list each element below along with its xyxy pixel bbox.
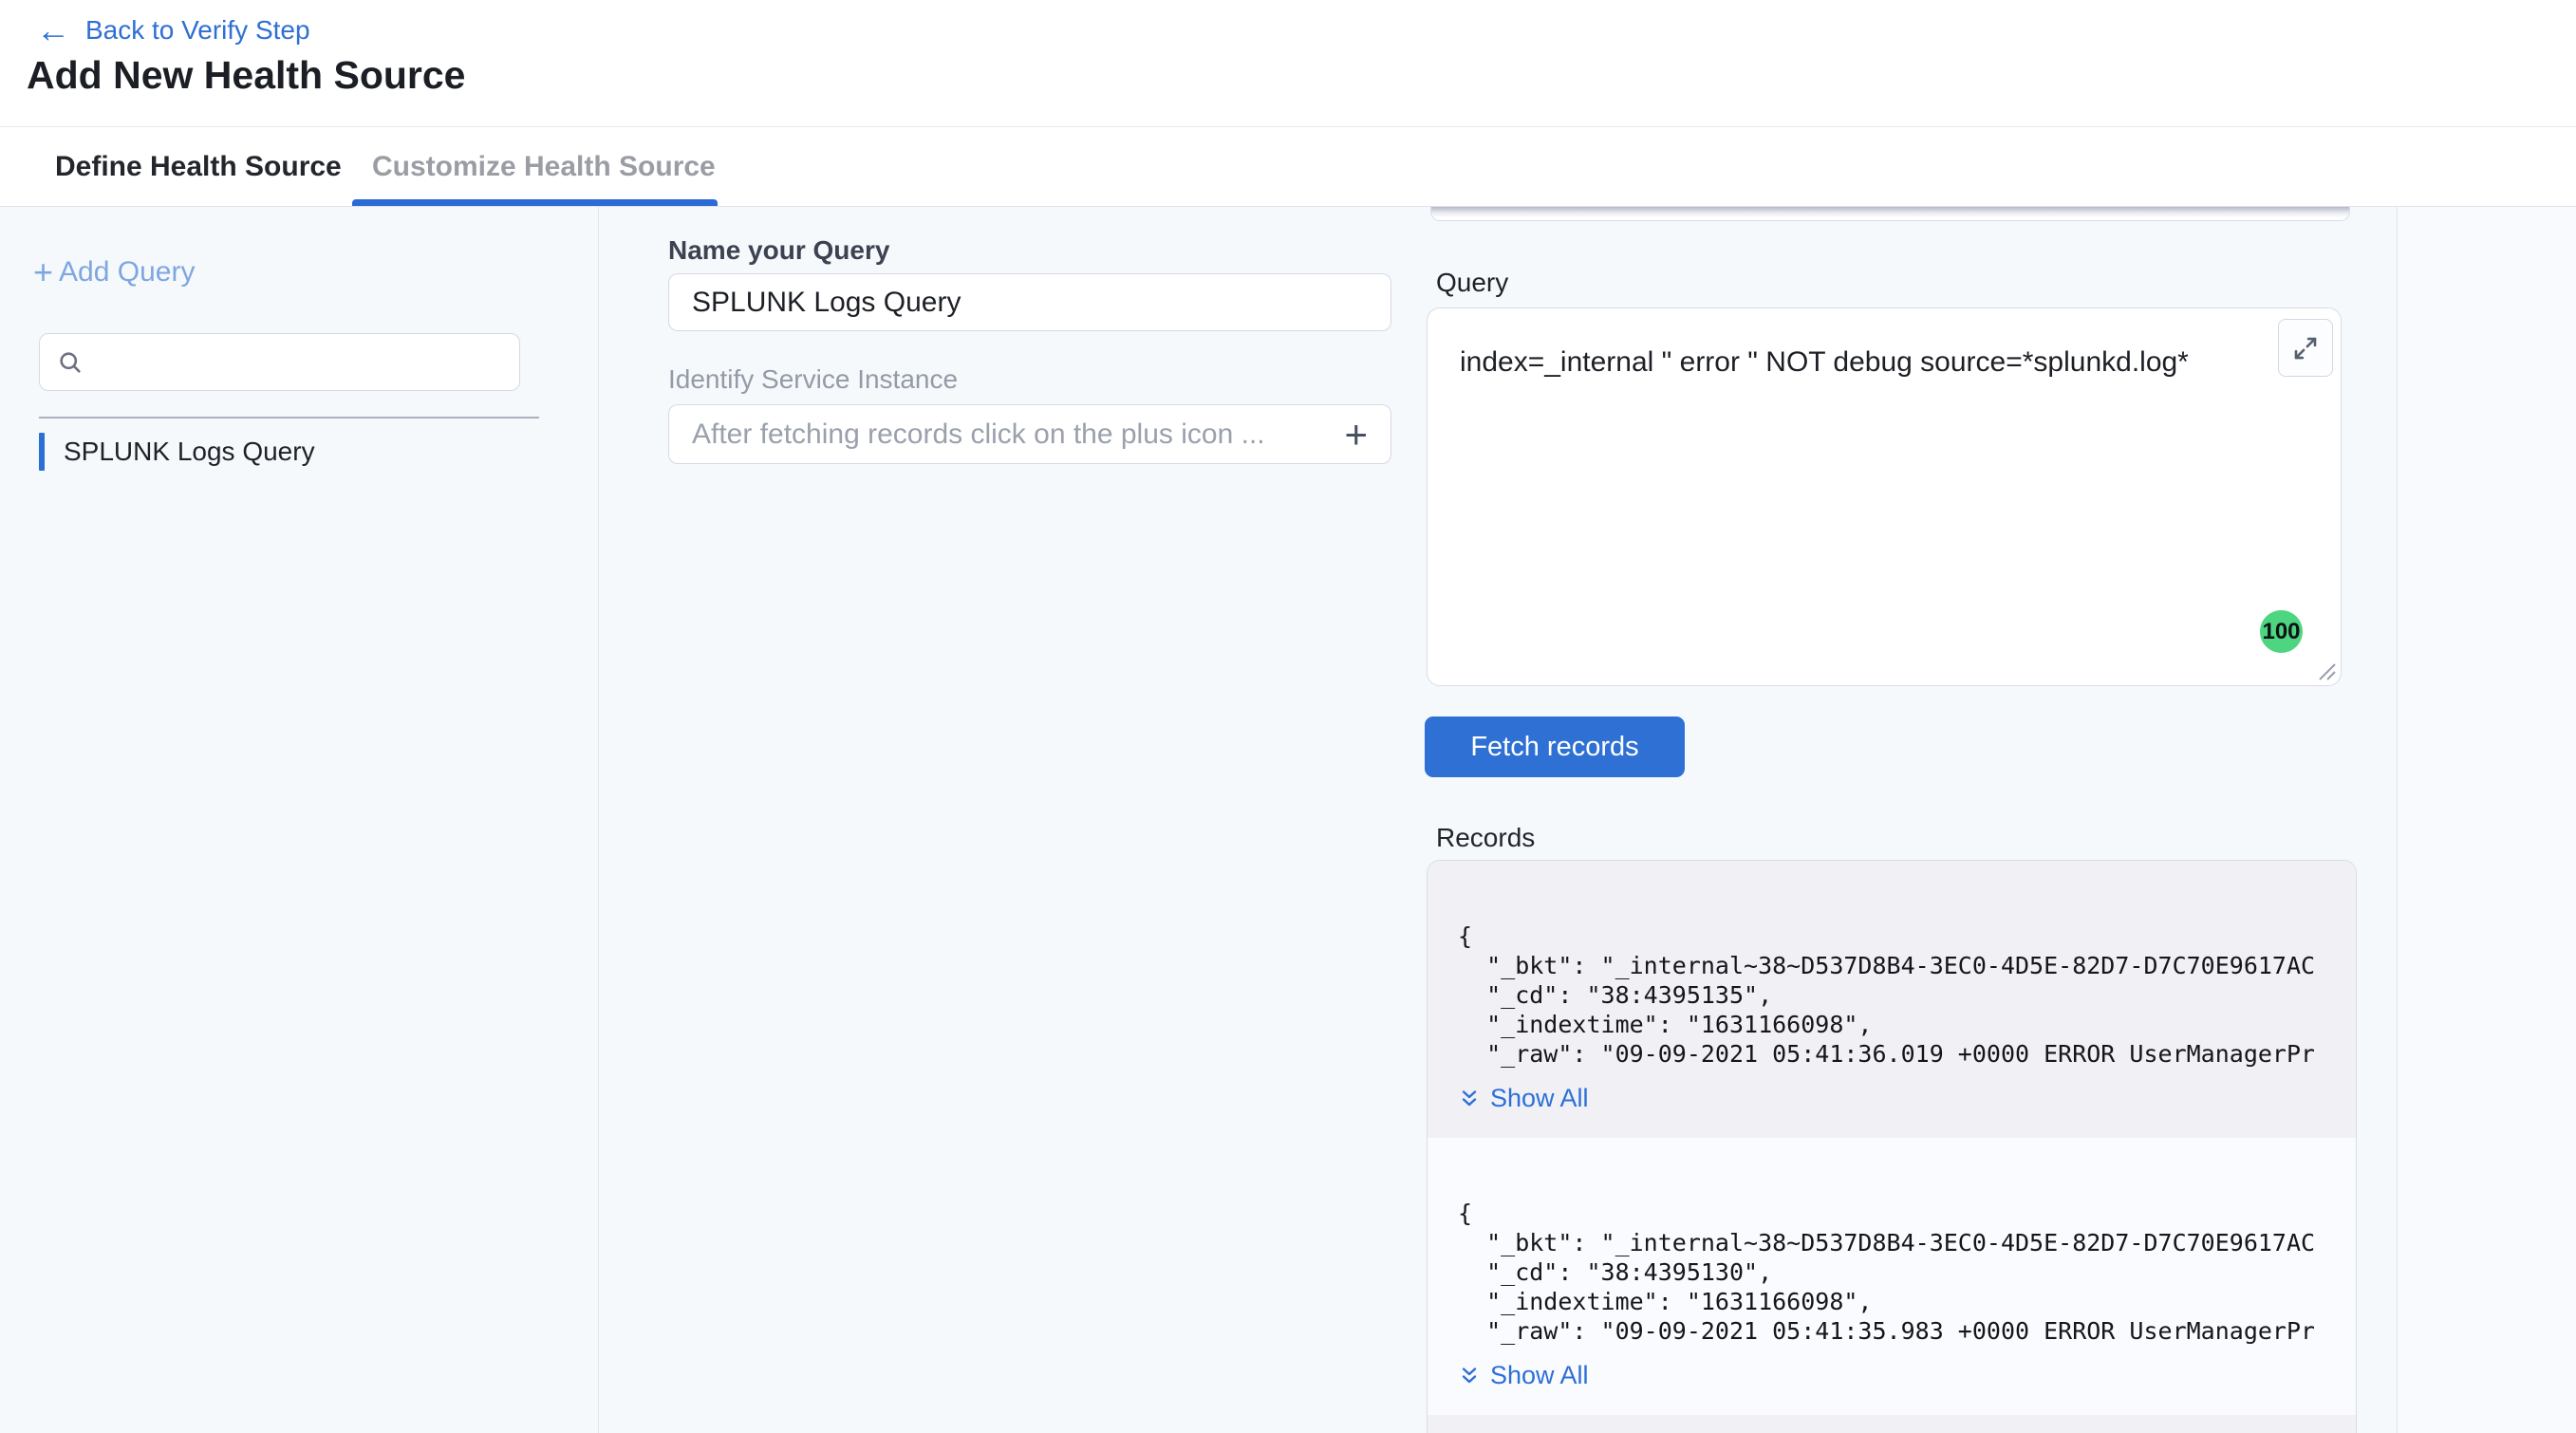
record-json-line: { bbox=[1458, 921, 2314, 951]
record-json-line: "_cd": "38:4395130", bbox=[1458, 1257, 2314, 1287]
fetch-records-button[interactable]: Fetch records bbox=[1425, 716, 1685, 777]
name-query-label: Name your Query bbox=[668, 235, 889, 266]
show-all-label: Show All bbox=[1490, 1084, 1589, 1113]
sidebar-item-splunk-logs-query[interactable]: SPLUNK Logs Query bbox=[39, 433, 315, 471]
query-sidebar: + Add Query SPLUNK Logs Query bbox=[0, 207, 599, 1433]
record-json-line: { bbox=[1458, 1199, 2314, 1228]
double-chevron-down-icon bbox=[1458, 1365, 1481, 1387]
content-area: + Add Query SPLUNK Logs Query Name your … bbox=[0, 207, 2576, 1433]
double-chevron-down-icon bbox=[1458, 1088, 1481, 1110]
add-health-source-page: ← Back to Verify Step Add New Health Sou… bbox=[0, 0, 2576, 1433]
expand-arrows-icon bbox=[2291, 334, 2320, 363]
record-json-line: "_raw": "09-09-2021 05:41:35.983 +0000 E… bbox=[1458, 1316, 2314, 1346]
selected-indicator-bar bbox=[39, 433, 45, 471]
record-count-badge: 100 bbox=[2260, 610, 2303, 653]
add-query-button[interactable]: + Add Query bbox=[33, 256, 195, 288]
record-json-line: "_bkt": "_internal~38~D537D8B4-3EC0-4D5E… bbox=[1458, 951, 2314, 980]
page-header: ← Back to Verify Step Add New Health Sou… bbox=[0, 0, 2576, 126]
query-item-label: SPLUNK Logs Query bbox=[64, 437, 315, 467]
records-panel: { "_bkt": "_internal~38~D537D8B4-3EC0-4D… bbox=[1427, 860, 2357, 1433]
query-name-input[interactable]: SPLUNK Logs Query bbox=[668, 273, 1391, 331]
records-list: { "_bkt": "_internal~38~D537D8B4-3EC0-4D… bbox=[1428, 861, 2356, 1433]
record-card: { "_bkt": "_internal~38~D537D8B4-3EC0-4D… bbox=[1428, 861, 2356, 1138]
search-input[interactable] bbox=[95, 347, 502, 377]
record-card-partial bbox=[1428, 1415, 2356, 1433]
record-json-line: "_indextime": "1631166098", bbox=[1458, 1287, 2314, 1316]
tab-customize-health-source[interactable]: Customize Health Source bbox=[372, 127, 716, 207]
back-link-label: Back to Verify Step bbox=[85, 15, 310, 46]
cutoff-text-fade bbox=[1431, 207, 2349, 220]
record-json-line: "_cd": "38:4395135", bbox=[1458, 980, 2314, 1010]
show-all-label: Show All bbox=[1490, 1361, 1589, 1390]
expand-query-button[interactable] bbox=[2278, 319, 2333, 377]
plus-icon[interactable]: + bbox=[1344, 415, 1368, 455]
show-all-button[interactable]: Show All bbox=[1458, 1361, 1589, 1390]
record-json-line: "_raw": "09-09-2021 05:41:36.019 +0000 E… bbox=[1458, 1039, 2314, 1069]
active-tab-underline bbox=[352, 199, 718, 206]
record-json-line: "_bkt": "_internal~38~D537D8B4-3EC0-4D5E… bbox=[1458, 1228, 2314, 1257]
query-search-box[interactable] bbox=[39, 333, 520, 391]
page-title: Add New Health Source bbox=[27, 53, 465, 98]
plus-icon: + bbox=[33, 258, 53, 287]
record-json-line: "_indextime": "1631166098", bbox=[1458, 1010, 2314, 1039]
magnifier-icon bbox=[57, 349, 84, 376]
sidebar-divider bbox=[39, 417, 539, 419]
arrow-left-icon: ← bbox=[36, 17, 70, 44]
service-instance-input[interactable]: After fetching records click on the plus… bbox=[668, 404, 1391, 464]
resize-grip-icon[interactable] bbox=[2316, 661, 2337, 681]
identify-service-instance-label: Identify Service Instance bbox=[668, 364, 958, 395]
show-all-button[interactable]: Show All bbox=[1458, 1084, 1589, 1113]
records-label: Records bbox=[1436, 823, 1535, 853]
query-name-value: SPLUNK Logs Query bbox=[692, 287, 961, 319]
tab-bar: Define Health Source Customize Health So… bbox=[0, 126, 2576, 207]
right-gutter bbox=[2397, 207, 2576, 1433]
query-textarea[interactable]: index=_internal " error " NOT debug sour… bbox=[1427, 307, 2342, 686]
query-value: index=_internal " error " NOT debug sour… bbox=[1460, 346, 2189, 379]
record-card: { "_bkt": "_internal~38~D537D8B4-3EC0-4D… bbox=[1428, 1138, 2356, 1415]
add-query-label: Add Query bbox=[59, 256, 195, 288]
tab-define-health-source[interactable]: Define Health Source bbox=[55, 127, 342, 207]
query-label: Query bbox=[1436, 268, 1508, 298]
record-json: { "_bkt": "_internal~38~D537D8B4-3EC0-4D… bbox=[1458, 1199, 2314, 1346]
scrolled-input-cutoff[interactable] bbox=[1430, 207, 2350, 221]
service-instance-placeholder: After fetching records click on the plus… bbox=[692, 419, 1265, 451]
back-to-verify-link[interactable]: ← Back to Verify Step bbox=[36, 15, 310, 46]
record-json: { "_bkt": "_internal~38~D537D8B4-3EC0-4D… bbox=[1458, 921, 2314, 1069]
